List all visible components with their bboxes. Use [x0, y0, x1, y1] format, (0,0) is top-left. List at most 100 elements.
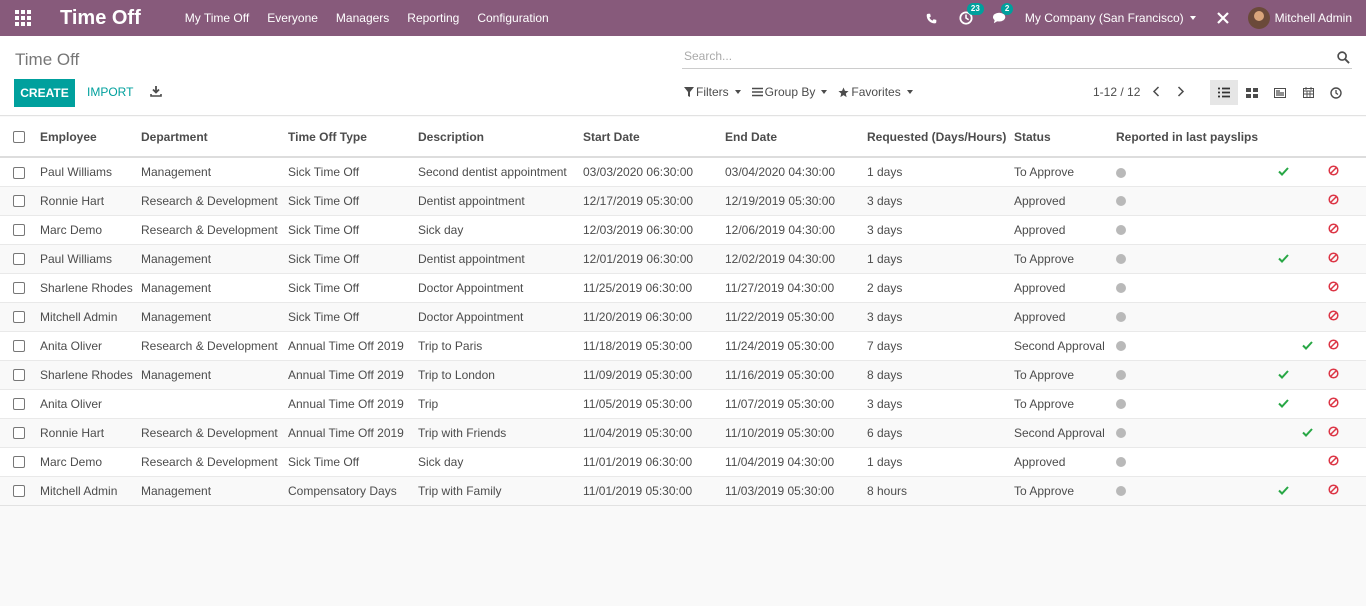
cell-department: Research & Development — [141, 330, 288, 360]
row-checkbox[interactable] — [13, 398, 25, 411]
import-button[interactable]: IMPORT — [87, 85, 133, 99]
download-icon[interactable] — [150, 85, 162, 100]
approve-check-icon[interactable] — [1276, 398, 1290, 408]
cell-department: Research & Development — [141, 185, 288, 215]
row-checkbox[interactable] — [13, 427, 25, 440]
pager-value[interactable]: 1-12 / 12 — [1093, 85, 1140, 99]
search-input[interactable] — [682, 49, 1322, 63]
table-row[interactable]: Anita Oliver Annual Time Off 2019 Trip 11/0… — [0, 388, 1366, 418]
apps-grid-icon[interactable] — [0, 0, 46, 36]
table-row[interactable]: Mitchell Admin Management Compensatory Day… — [0, 475, 1366, 506]
validate-check-icon[interactable] — [1300, 340, 1314, 350]
refuse-icon[interactable] — [1326, 454, 1340, 466]
table-row[interactable]: Marc Demo Research & Development Sick Time… — [0, 446, 1366, 476]
caret-down-icon — [734, 90, 741, 94]
row-checkbox[interactable] — [13, 456, 25, 469]
table-row[interactable]: Ronnie Hart Research & Development Annual … — [0, 417, 1366, 447]
refuse-icon[interactable] — [1326, 193, 1340, 205]
company-switcher[interactable]: My Company (San Francisco) — [1025, 11, 1196, 25]
chevron-left-icon[interactable] — [1152, 86, 1160, 100]
table-row[interactable]: Sharlene Rhodes Management Sick Time Off Do… — [0, 272, 1366, 302]
col-time-off-type[interactable]: Time Off Type — [288, 117, 418, 158]
table-row[interactable]: Marc Demo Research & Development Sick Time… — [0, 214, 1366, 244]
cell-description: Trip — [418, 388, 583, 418]
kanban-view-icon[interactable] — [1238, 80, 1266, 105]
col-description[interactable]: Description — [418, 117, 583, 158]
cell-department — [141, 388, 288, 418]
reported-dot — [1116, 370, 1126, 381]
row-checkbox[interactable] — [13, 224, 25, 237]
reported-dot — [1116, 341, 1126, 352]
select-all-checkbox[interactable] — [13, 131, 25, 144]
refuse-icon[interactable] — [1326, 338, 1340, 350]
chevron-right-icon[interactable] — [1177, 86, 1185, 100]
row-checkbox[interactable] — [13, 166, 25, 179]
list-view-icon[interactable] — [1210, 80, 1238, 105]
col-requested[interactable]: Requested (Days/Hours) — [867, 117, 1014, 158]
top-navbar: Time Off My Time Off Everyone Managers R… — [0, 0, 1366, 36]
col-employee[interactable]: Employee — [40, 117, 141, 158]
col-start-date[interactable]: Start Date — [583, 117, 725, 158]
cell-department: Research & Development — [141, 214, 288, 244]
refuse-icon[interactable] — [1326, 309, 1340, 321]
phone-icon[interactable] — [923, 9, 941, 27]
approve-check-icon[interactable] — [1276, 369, 1290, 379]
refuse-icon[interactable] — [1326, 280, 1340, 292]
cell-time-off-type: Annual Time Off 2019 — [288, 359, 418, 389]
col-status[interactable]: Status — [1014, 117, 1116, 158]
row-checkbox[interactable] — [13, 340, 25, 353]
form-view-icon[interactable] — [1266, 80, 1294, 105]
cell-description: Sick day — [418, 446, 583, 476]
menu-reporting[interactable]: Reporting — [407, 11, 459, 25]
menu-my-time-off[interactable]: My Time Off — [185, 11, 249, 25]
refuse-icon[interactable] — [1326, 222, 1340, 234]
cell-department: Management — [141, 301, 288, 331]
row-checkbox[interactable] — [13, 282, 25, 295]
chat-icon[interactable]: 2 — [991, 3, 1014, 27]
col-reported[interactable]: Reported in last payslips — [1116, 117, 1276, 158]
table-row[interactable]: Paul Williams Management Sick Time Off Seco… — [0, 157, 1366, 186]
table-row[interactable]: Anita Oliver Research & Development Annual… — [0, 330, 1366, 360]
refuse-icon[interactable] — [1326, 483, 1340, 495]
close-icon[interactable] — [1214, 9, 1232, 27]
row-checkbox[interactable] — [13, 485, 25, 498]
refuse-icon[interactable] — [1326, 425, 1340, 437]
activity-view-icon[interactable] — [1322, 80, 1350, 105]
table-row[interactable]: Paul Williams Management Sick Time Off Dent… — [0, 243, 1366, 273]
message-count-badge: 2 — [1000, 3, 1014, 15]
cell-end-date: 11/24/2019 05:30:00 — [725, 330, 867, 360]
refuse-icon[interactable] — [1326, 251, 1340, 263]
refuse-icon[interactable] — [1326, 396, 1340, 408]
col-end-date[interactable]: End Date — [725, 117, 867, 158]
menu-managers[interactable]: Managers — [336, 11, 389, 25]
refuse-icon[interactable] — [1326, 165, 1340, 176]
cell-end-date: 11/07/2019 05:30:00 — [725, 388, 867, 418]
groupby-dropdown[interactable]: Group By — [751, 85, 828, 99]
favorites-dropdown[interactable]: Favorites — [838, 85, 913, 99]
validate-check-icon[interactable] — [1300, 427, 1314, 437]
row-checkbox[interactable] — [13, 253, 25, 266]
company-name: My Company (San Francisco) — [1024, 11, 1184, 25]
approve-check-icon[interactable] — [1276, 167, 1290, 176]
table-row[interactable]: Ronnie Hart Research & Development Sick Ti… — [0, 185, 1366, 215]
table-row[interactable]: Sharlene Rhodes Management Annual Time Off… — [0, 359, 1366, 389]
calendar-view-icon[interactable] — [1294, 80, 1322, 105]
approve-check-icon[interactable] — [1276, 485, 1290, 495]
filters-dropdown[interactable]: Filters — [684, 85, 741, 99]
refuse-icon[interactable] — [1326, 367, 1340, 379]
user-menu[interactable]: Mitchell Admin — [1247, 7, 1352, 29]
table-row[interactable]: Mitchell Admin Management Sick Time Off Doc… — [0, 301, 1366, 331]
reported-dot — [1116, 428, 1126, 439]
approve-check-icon[interactable] — [1276, 253, 1290, 263]
activity-icon[interactable]: 23 — [957, 3, 984, 27]
menu-everyone[interactable]: Everyone — [267, 11, 318, 25]
search-options: Filters Group By Favorites — [684, 85, 924, 99]
menu-configuration[interactable]: Configuration — [477, 11, 548, 25]
col-department[interactable]: Department — [141, 117, 288, 158]
row-checkbox[interactable] — [13, 369, 25, 382]
row-checkbox[interactable] — [13, 311, 25, 324]
row-checkbox[interactable] — [13, 195, 25, 208]
cell-description: Trip to London — [418, 359, 583, 389]
create-button[interactable]: CREATE — [14, 79, 75, 107]
search-icon[interactable] — [1337, 51, 1350, 67]
